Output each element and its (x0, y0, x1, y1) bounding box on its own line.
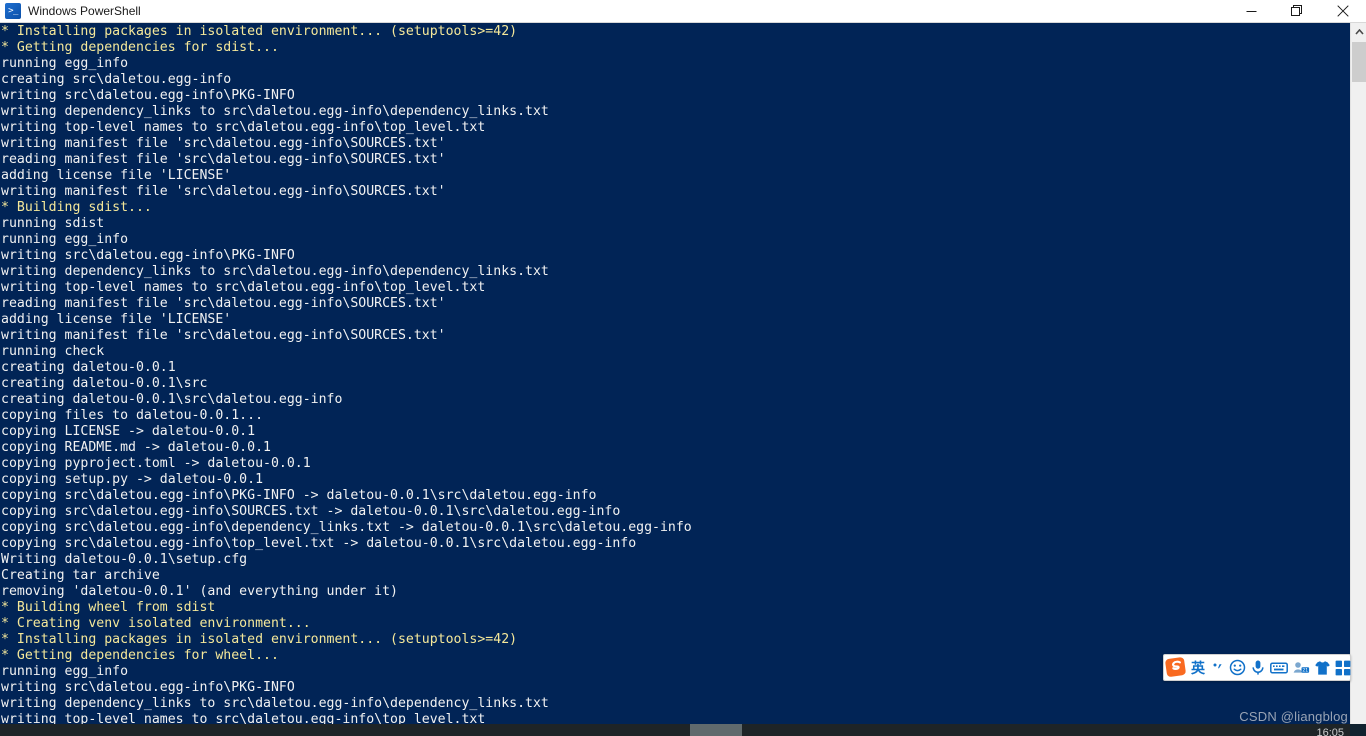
taskbar-clock: 16:05 (1316, 727, 1344, 736)
minimize-button[interactable] (1228, 0, 1274, 23)
voice-input-icon[interactable] (1248, 655, 1268, 680)
restore-icon (1291, 5, 1302, 16)
console-line: writing dependency_links to src\daletou.… (1, 264, 549, 279)
close-button[interactable] (1320, 0, 1366, 23)
console-line: reading manifest file 'src\daletou.egg-i… (1, 152, 446, 167)
language-mode-toggle[interactable]: 英 (1188, 655, 1208, 680)
console-line: adding license file 'LICENSE' (1, 312, 232, 327)
console-line: copying LICENSE -> daletou-0.0.1 (1, 424, 256, 439)
console-line: copying src\daletou.egg-info\SOURCES.txt… (1, 504, 621, 519)
console-line: writing src\daletou.egg-info\PKG-INFO (1, 680, 295, 695)
ime-item-list: 英 21 (1188, 655, 1353, 680)
vertical-scrollbar[interactable] (1350, 23, 1366, 736)
console-line: * Creating venv isolated environment... (1, 616, 311, 631)
console-line-list: * Installing packages in isolated enviro… (0, 24, 1350, 724)
console-line: writing top-level names to src\daletou.e… (1, 280, 486, 295)
punctuation-toggle[interactable] (1208, 655, 1227, 680)
console-line: copying src\daletou.egg-info\PKG-INFO ->… (1, 488, 597, 503)
console-line: writing manifest file 'src\daletou.egg-i… (1, 184, 446, 199)
user-account-icon[interactable]: 21 (1290, 655, 1312, 680)
console-line: * Installing packages in isolated enviro… (1, 632, 518, 647)
console-line: running check (1, 344, 105, 359)
console-line: * Building sdist... (1, 200, 152, 215)
console-line: creating daletou-0.0.1\src (1, 376, 208, 391)
console-line: running egg_info (1, 664, 129, 679)
skins-icon[interactable] (1312, 655, 1333, 680)
console-line: writing src\daletou.egg-info\PKG-INFO (1, 88, 295, 103)
window-title: Windows PowerShell (28, 3, 141, 18)
console-line: writing top-level names to src\daletou.e… (1, 120, 486, 135)
horizontal-scroll-thumb[interactable] (690, 724, 742, 736)
emoji-icon[interactable] (1227, 655, 1248, 680)
console-line: writing src\daletou.egg-info\PKG-INFO (1, 248, 295, 263)
console-line: creating src\daletou.egg-info (1, 72, 232, 87)
taskbar-corner (1350, 724, 1366, 736)
console-line: * Building wheel from sdist (1, 600, 216, 615)
title-bar[interactable]: >_ Windows PowerShell (0, 0, 1366, 23)
svg-text:21: 21 (1302, 668, 1308, 674)
console-line: Writing daletou-0.0.1\setup.cfg (1, 552, 248, 567)
close-icon (1337, 5, 1349, 17)
console-line: adding license file 'LICENSE' (1, 168, 232, 183)
sogou-logo-icon[interactable] (1164, 655, 1188, 679)
console-line: * Installing packages in isolated enviro… (1, 24, 518, 39)
console-line: * Getting dependencies for wheel... (1, 648, 279, 663)
soft-keyboard-icon[interactable] (1268, 655, 1290, 680)
scroll-up-arrow[interactable] (1351, 23, 1366, 40)
console-output-area[interactable]: * Installing packages in isolated enviro… (0, 23, 1350, 724)
console-line: creating daletou-0.0.1\src\daletou.egg-i… (1, 392, 343, 407)
console-line: running egg_info (1, 56, 129, 71)
console-line: copying src\daletou.egg-info\dependency_… (1, 520, 692, 535)
toolbox-icon[interactable] (1333, 655, 1353, 680)
powershell-window: >_ Windows PowerShell * Installing packa… (0, 0, 1366, 736)
horizontal-scrollbar[interactable] (0, 724, 1350, 736)
chevron-up-icon (1354, 28, 1364, 35)
scroll-thumb[interactable] (1352, 42, 1366, 82)
sogou-ime-toolbar[interactable]: 英 21 (1163, 654, 1351, 681)
console-line: writing manifest file 'src\daletou.egg-i… (1, 136, 446, 151)
console-line: creating daletou-0.0.1 (1, 360, 176, 375)
minimize-icon (1246, 10, 1256, 12)
console-line: writing manifest file 'src\daletou.egg-i… (1, 328, 446, 343)
console-line: running sdist (1, 216, 105, 231)
console-line: * Getting dependencies for sdist... (1, 40, 279, 55)
console-line: writing dependency_links to src\daletou.… (1, 104, 549, 119)
console-line: writing top-level names to src\daletou.e… (1, 712, 486, 724)
console-line: Creating tar archive (1, 568, 160, 583)
console-line: copying pyproject.toml -> daletou-0.0.1 (1, 456, 311, 471)
csdn-watermark: CSDN @liangblog (1239, 709, 1348, 724)
console-line: copying setup.py -> daletou-0.0.1 (1, 472, 264, 487)
console-line: removing 'daletou-0.0.1' (and everything… (1, 584, 398, 599)
console-line: running egg_info (1, 232, 129, 247)
restore-button[interactable] (1274, 0, 1320, 23)
console-line: copying README.md -> daletou-0.0.1 (1, 440, 271, 455)
console-line: writing dependency_links to src\daletou.… (1, 696, 549, 711)
console-line: copying files to daletou-0.0.1... (1, 408, 264, 423)
console-line: reading manifest file 'src\daletou.egg-i… (1, 296, 446, 311)
console-line: copying src\daletou.egg-info\top_level.t… (1, 536, 637, 551)
powershell-icon-glyph: >_ (8, 6, 18, 16)
powershell-icon: >_ (5, 3, 21, 19)
